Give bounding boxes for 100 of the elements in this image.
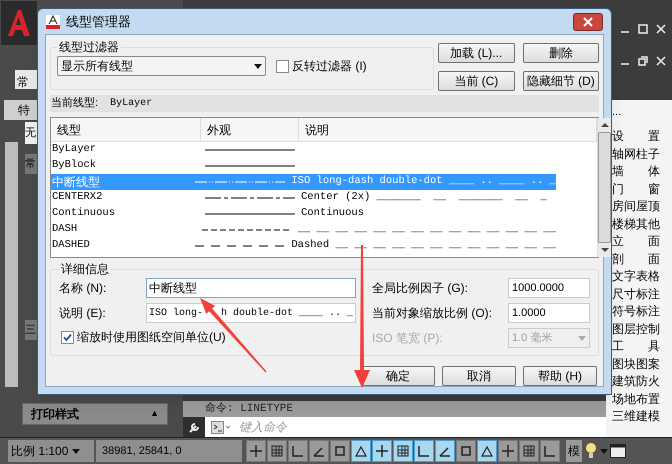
panel-title: 打印样式 bbox=[31, 406, 79, 423]
close-icon bbox=[583, 16, 593, 26]
coordinates-readout: 38981, 25841, 0 bbox=[96, 440, 242, 462]
linetype-row[interactable]: CENTERX2 Center (2x) _______ __ _______ __ _ bbox=[51, 190, 556, 206]
name-field[interactable]: 中断线型 bbox=[146, 278, 356, 298]
status-toggle[interactable] bbox=[330, 440, 350, 462]
dialog-button[interactable]: 删除 bbox=[522, 43, 599, 63]
logo-icon bbox=[6, 8, 32, 38]
command-history: 命令: LINETYPE bbox=[205, 401, 294, 417]
current-linetype-value: ByLayer bbox=[110, 97, 152, 111]
dialog-button[interactable]: 隐藏细节 (D) bbox=[522, 71, 599, 91]
linetype-name: 中断线型 bbox=[51, 174, 101, 191]
status-toggle[interactable] bbox=[456, 440, 476, 462]
scrollbar[interactable] bbox=[597, 118, 611, 257]
panel-button[interactable]: 无 bbox=[25, 122, 37, 144]
status-toggle[interactable] bbox=[309, 440, 329, 462]
linetype-row[interactable]: Continuous Continuous bbox=[51, 206, 556, 222]
linetype-row[interactable]: DASH __ __ __ __ __ __ __ __ __ __ __ __ __ __ bbox=[51, 222, 556, 238]
panel-scrollbar[interactable] bbox=[5, 142, 18, 387]
prompt-icon bbox=[211, 420, 231, 434]
field-label: 名称 (N): bbox=[59, 280, 108, 297]
linetype-name: DASHED bbox=[51, 238, 91, 254]
dialog-button[interactable]: 取消 bbox=[442, 366, 516, 386]
linetype-description: Center (2x) _______ __ _______ __ _ bbox=[300, 190, 547, 206]
status-glyph-icon bbox=[249, 444, 263, 458]
close-button[interactable] bbox=[573, 12, 603, 30]
linetype-description: Continuous bbox=[300, 206, 364, 222]
status-toggle[interactable] bbox=[435, 440, 455, 462]
linetype-row[interactable]: ByLayer bbox=[51, 142, 556, 158]
app-icon bbox=[46, 14, 60, 28]
dialog-button[interactable]: 帮助 (H) bbox=[523, 366, 597, 386]
window-icon[interactable] bbox=[610, 444, 626, 458]
status-glyph-icon bbox=[543, 444, 557, 458]
field-label: ISO 笔宽 (P): bbox=[372, 330, 443, 347]
status-toggle[interactable] bbox=[498, 440, 518, 462]
scale-field[interactable]: 1.0000 bbox=[508, 303, 590, 323]
field-label: 说明 (E): bbox=[59, 305, 107, 322]
window-controls-icon[interactable] bbox=[620, 24, 666, 34]
linetype-name: ByBlock bbox=[51, 158, 98, 174]
status-toggle[interactable] bbox=[372, 440, 392, 462]
palette-item[interactable]: 剖 面 bbox=[612, 250, 672, 268]
palette-item[interactable]: 立 面 bbox=[612, 233, 672, 250]
scale-dropdown[interactable]: 比例 1:100 bbox=[8, 440, 94, 462]
app-logo[interactable] bbox=[1, 1, 37, 45]
section-header[interactable]: 常 bbox=[25, 154, 37, 174]
palette-item[interactable]: 工 具 bbox=[612, 338, 672, 356]
linetype-row[interactable]: ByBlock bbox=[51, 158, 556, 174]
palette-item[interactable]: 三维建模 bbox=[612, 408, 672, 426]
palette-item[interactable]: 图层控制 bbox=[612, 320, 672, 338]
palette-item[interactable]: 设 置 bbox=[612, 128, 672, 146]
status-toggle[interactable] bbox=[540, 440, 560, 462]
column-header[interactable]: 外观 bbox=[201, 118, 299, 141]
status-toggle[interactable] bbox=[288, 440, 308, 462]
dialog-button[interactable]: 加载 (L)... bbox=[438, 43, 514, 63]
palette-item[interactable]: 建筑防火 bbox=[612, 373, 672, 390]
palette-item[interactable]: 房间屋顶 bbox=[612, 198, 672, 216]
status-toggle[interactable] bbox=[477, 440, 497, 462]
status-toggle[interactable] bbox=[414, 440, 434, 462]
caret-icon bbox=[578, 336, 586, 340]
palette-item[interactable]: 文字表格 bbox=[612, 268, 672, 286]
palette-item[interactable]: 图块图案 bbox=[612, 356, 672, 373]
scale-field[interactable]: 1000.0000 bbox=[508, 278, 590, 298]
status-glyph-icon bbox=[417, 444, 431, 458]
status-toggle[interactable] bbox=[267, 440, 287, 462]
checkbox-label[interactable]: 反转过滤器 (I) bbox=[292, 57, 367, 75]
status-toggle[interactable] bbox=[351, 440, 371, 462]
wrench-icon[interactable] bbox=[188, 420, 200, 434]
palette-item[interactable]: 门 窗 bbox=[612, 180, 672, 198]
status-glyph-icon bbox=[459, 444, 473, 458]
palette-item[interactable]: 符号标注 bbox=[612, 303, 672, 320]
checkbox-label[interactable]: 缩放时使用图纸空间单位(U) bbox=[77, 328, 226, 346]
bulb-icon[interactable] bbox=[584, 442, 598, 460]
window-controls-icon[interactable] bbox=[620, 56, 666, 66]
palette-item[interactable]: 尺寸标注 bbox=[612, 286, 672, 303]
group-legend: 线型过滤器 bbox=[59, 40, 119, 54]
description-field[interactable]: ISO long- h double-dot ____ .. _ bbox=[146, 303, 356, 323]
linetype-name: ByLayer bbox=[51, 142, 98, 158]
filter-dropdown[interactable]: 显示所有线型 bbox=[57, 56, 266, 76]
collapse-toggle[interactable]: ▲ bbox=[150, 407, 159, 421]
field-label: 当前对象缩放比例 (O): bbox=[372, 305, 492, 322]
dialog-button[interactable]: 当前 (C) bbox=[438, 71, 514, 91]
checkbox[interactable] bbox=[61, 330, 74, 344]
palette-item[interactable]: 场地布置 bbox=[612, 390, 672, 408]
palette-item[interactable]: 墙 体 bbox=[612, 163, 672, 180]
palette-item[interactable]: 轴网柱子 bbox=[612, 146, 672, 163]
current-linetype-label: 当前线型: bbox=[51, 96, 98, 112]
column-header[interactable]: 线型 bbox=[51, 118, 201, 141]
caret-icon[interactable] bbox=[600, 448, 608, 454]
palette-item[interactable]: 楼梯其他 bbox=[612, 216, 672, 233]
status-glyph-icon bbox=[522, 444, 536, 458]
section-header[interactable]: 三 bbox=[25, 320, 37, 340]
status-toggle[interactable] bbox=[246, 440, 266, 462]
checkmark-icon bbox=[63, 332, 72, 342]
status-toggle[interactable] bbox=[519, 440, 539, 462]
checkbox[interactable] bbox=[276, 60, 289, 72]
palette-header: ... bbox=[612, 105, 622, 120]
model-label[interactable]: 模 bbox=[566, 440, 582, 462]
linetype-name: DASH bbox=[51, 222, 78, 238]
dialog-button[interactable]: 确定 bbox=[361, 366, 435, 386]
status-toggle[interactable] bbox=[393, 440, 413, 462]
